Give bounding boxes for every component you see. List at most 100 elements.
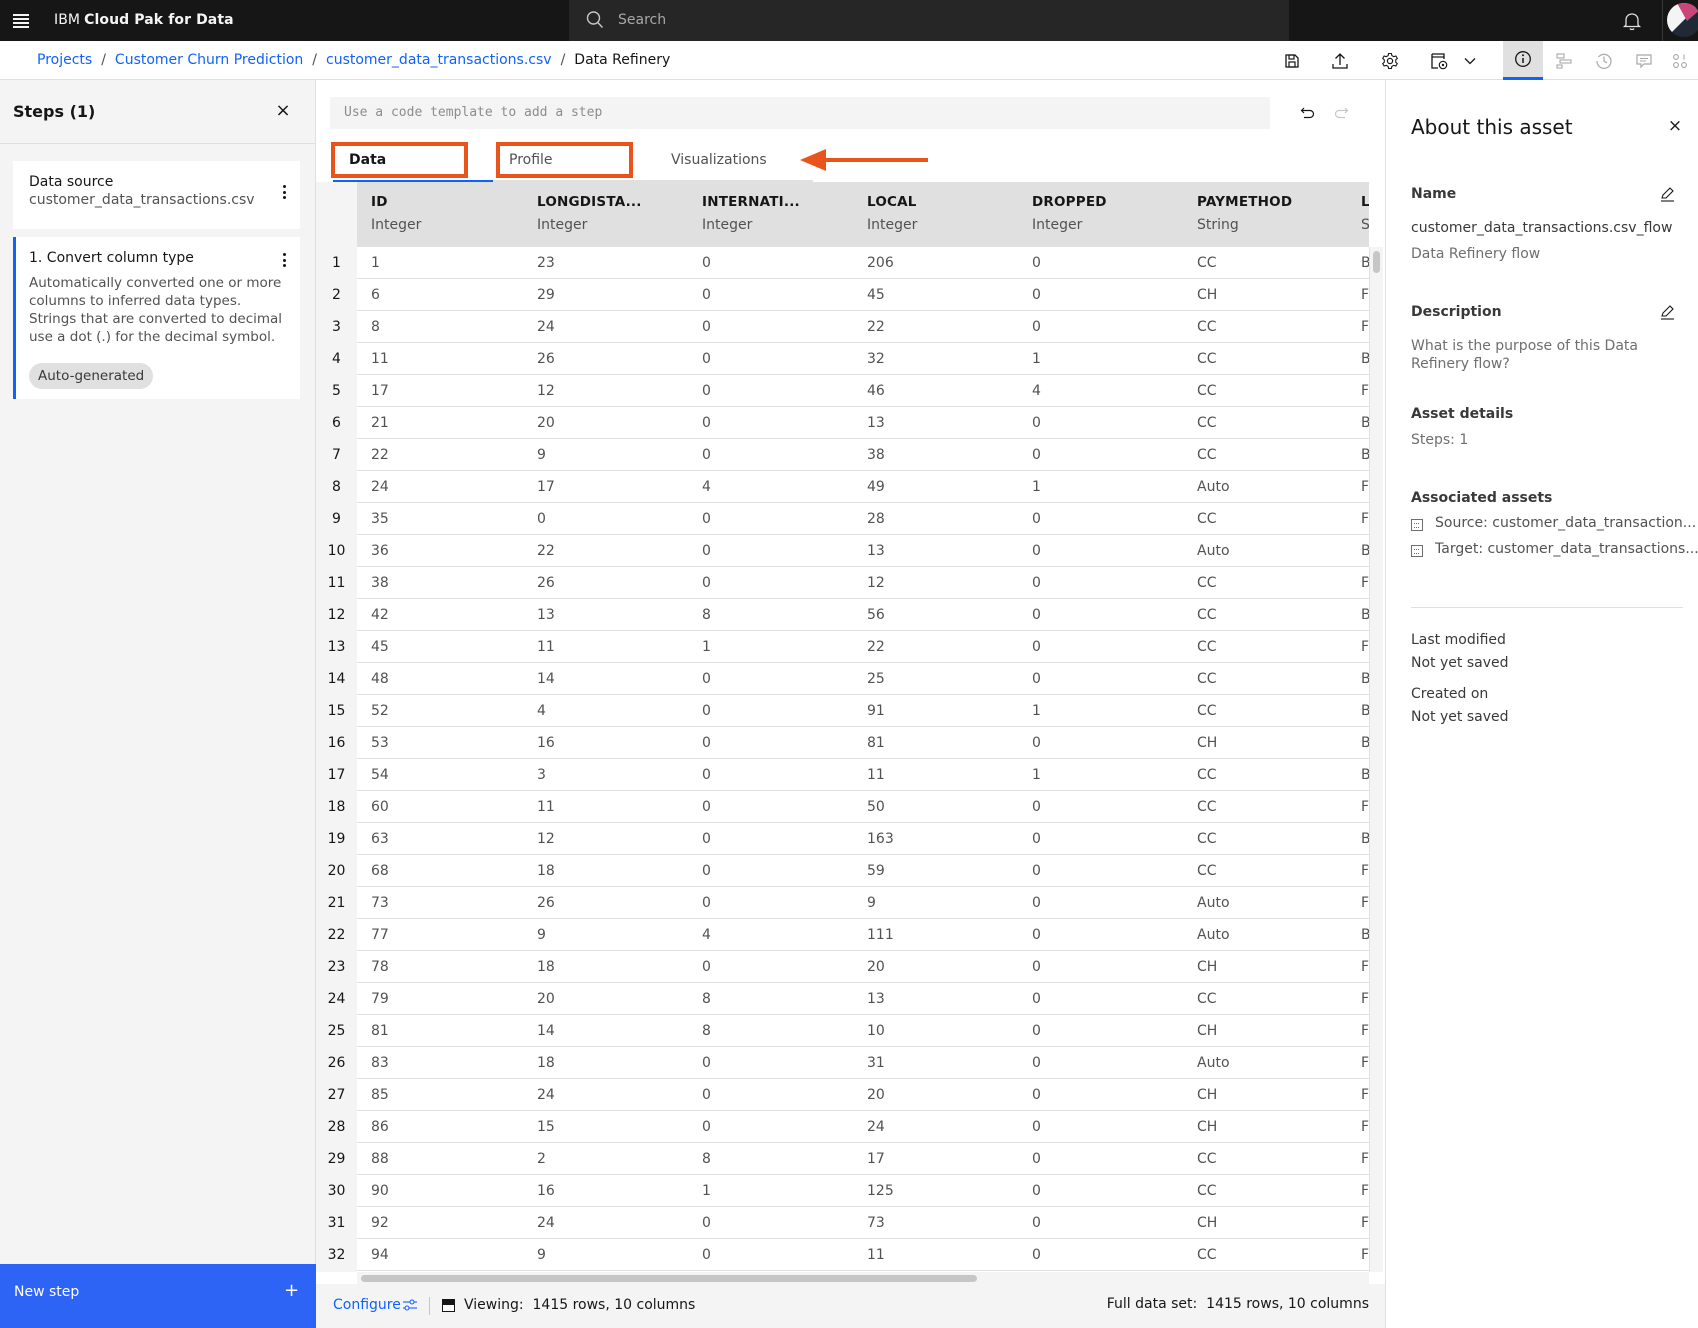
table-cell[interactable]: F bbox=[1361, 983, 1369, 1015]
table-cell[interactable]: CC bbox=[1197, 663, 1217, 695]
table-cell[interactable]: 38 bbox=[867, 439, 885, 471]
notifications-bell-icon[interactable] bbox=[1620, 9, 1644, 33]
table-cell[interactable]: Auto bbox=[1197, 887, 1230, 919]
table-cell[interactable]: B bbox=[1361, 343, 1369, 375]
table-cell[interactable]: B bbox=[1361, 247, 1369, 279]
table-cell[interactable]: 0 bbox=[1032, 1015, 1041, 1047]
table-cell[interactable]: 8 bbox=[702, 1143, 711, 1175]
table-cell[interactable]: 0 bbox=[1032, 727, 1041, 759]
table-cell[interactable]: 9 bbox=[867, 887, 876, 919]
table-cell[interactable]: 20 bbox=[867, 951, 885, 983]
table-cell[interactable]: 73 bbox=[867, 1207, 885, 1239]
table-cell[interactable]: 12 bbox=[867, 567, 885, 599]
table-cell[interactable]: 0 bbox=[702, 1079, 711, 1111]
table-cell[interactable]: 0 bbox=[1032, 983, 1041, 1015]
table-row[interactable]: 54 3 0 11 1 CC B bbox=[357, 759, 1369, 791]
step-card-convert-column-type[interactable]: 1. Convert column type Automatically con… bbox=[13, 237, 300, 399]
table-cell[interactable]: 73 bbox=[371, 887, 389, 919]
table-cell[interactable]: 63 bbox=[371, 823, 389, 855]
configure-link[interactable]: Configure bbox=[333, 1284, 401, 1326]
table-cell[interactable]: 0 bbox=[1032, 1207, 1041, 1239]
table-cell[interactable]: CH bbox=[1197, 1079, 1217, 1111]
table-cell[interactable]: F bbox=[1361, 279, 1369, 311]
table-cell[interactable]: 0 bbox=[1032, 631, 1041, 663]
table-cell[interactable]: F bbox=[1361, 1175, 1369, 1207]
table-cell[interactable]: 1 bbox=[371, 247, 380, 279]
table-cell[interactable]: CC bbox=[1197, 695, 1217, 727]
table-cell[interactable]: 81 bbox=[371, 1015, 389, 1047]
table-cell[interactable]: 26 bbox=[537, 343, 555, 375]
table-cell[interactable]: 0 bbox=[1032, 599, 1041, 631]
table-cell[interactable]: CC bbox=[1197, 343, 1217, 375]
table-cell[interactable]: 8 bbox=[371, 311, 380, 343]
table-cell[interactable]: 0 bbox=[702, 695, 711, 727]
table-cell[interactable]: B bbox=[1361, 599, 1369, 631]
table-cell[interactable]: 29 bbox=[537, 279, 555, 311]
table-cell[interactable]: 4 bbox=[1032, 375, 1041, 407]
tab-visualizations[interactable]: Visualizations bbox=[653, 143, 813, 182]
table-row[interactable]: 60 11 0 50 0 CC F bbox=[357, 791, 1369, 823]
table-cell[interactable]: Auto bbox=[1197, 471, 1230, 503]
job-dropdown-button[interactable] bbox=[1450, 41, 1490, 80]
table-cell[interactable]: F bbox=[1361, 951, 1369, 983]
table-cell[interactable]: 0 bbox=[702, 279, 711, 311]
table-cell[interactable]: 0 bbox=[702, 343, 711, 375]
table-cell[interactable]: 8 bbox=[702, 599, 711, 631]
table-row[interactable]: 53 16 0 81 0 CH B bbox=[357, 727, 1369, 759]
table-cell[interactable]: 77 bbox=[371, 919, 389, 951]
table-cell[interactable]: 0 bbox=[1032, 1239, 1041, 1271]
table-cell[interactable]: 24 bbox=[537, 1079, 555, 1111]
table-cell[interactable]: 45 bbox=[371, 631, 389, 663]
table-cell[interactable]: F bbox=[1361, 855, 1369, 887]
table-cell[interactable]: 48 bbox=[371, 663, 389, 695]
table-cell[interactable]: 11 bbox=[867, 759, 885, 791]
table-cell[interactable]: F bbox=[1361, 503, 1369, 535]
table-cell[interactable]: F bbox=[1361, 375, 1369, 407]
table-row[interactable]: 21 20 0 13 0 CC B bbox=[357, 407, 1369, 439]
table-cell[interactable]: 1 bbox=[1032, 343, 1041, 375]
table-cell[interactable]: 0 bbox=[1032, 503, 1041, 535]
table-row[interactable]: 36 22 0 13 0 Auto B bbox=[357, 535, 1369, 567]
export-button[interactable] bbox=[1320, 41, 1360, 80]
table-cell[interactable]: 2 bbox=[537, 1143, 546, 1175]
settings-button[interactable] bbox=[1370, 41, 1410, 80]
table-cell[interactable]: CC bbox=[1197, 407, 1217, 439]
table-cell[interactable]: 0 bbox=[1032, 919, 1041, 951]
table-cell[interactable]: 26 bbox=[537, 887, 555, 919]
table-row[interactable]: 78 18 0 20 0 CH F bbox=[357, 951, 1369, 983]
table-row[interactable]: 6 29 0 45 0 CH F bbox=[357, 279, 1369, 311]
table-cell[interactable]: 0 bbox=[1032, 247, 1041, 279]
table-cell[interactable]: CH bbox=[1197, 1207, 1217, 1239]
table-row[interactable]: 68 18 0 59 0 CC F bbox=[357, 855, 1369, 887]
table-cell[interactable]: 46 bbox=[867, 375, 885, 407]
table-cell[interactable]: 0 bbox=[702, 1111, 711, 1143]
table-cell[interactable]: 15 bbox=[537, 1111, 555, 1143]
table-cell[interactable]: F bbox=[1361, 791, 1369, 823]
table-cell[interactable]: 4 bbox=[537, 695, 546, 727]
table-cell[interactable]: 12 bbox=[537, 375, 555, 407]
horizontal-scrollbar[interactable] bbox=[357, 1272, 1369, 1284]
table-cell[interactable]: 1 bbox=[702, 1175, 711, 1207]
new-step-button[interactable]: New step + bbox=[0, 1264, 316, 1328]
table-row[interactable]: 63 12 0 163 0 CC B bbox=[357, 823, 1369, 855]
table-cell[interactable]: 35 bbox=[371, 503, 389, 535]
table-cell[interactable]: 0 bbox=[1032, 439, 1041, 471]
comments-button[interactable] bbox=[1624, 41, 1664, 80]
table-cell[interactable]: 0 bbox=[702, 311, 711, 343]
table-cell[interactable]: CC bbox=[1197, 567, 1217, 599]
table-row[interactable]: 22 9 0 38 0 CC B bbox=[357, 439, 1369, 471]
table-cell[interactable]: CC bbox=[1197, 983, 1217, 1015]
table-cell[interactable]: 26 bbox=[537, 567, 555, 599]
table-cell[interactable]: 23 bbox=[537, 247, 555, 279]
edit-name-pencil-icon[interactable] bbox=[1659, 186, 1675, 202]
table-cell[interactable]: 0 bbox=[702, 247, 711, 279]
table-cell[interactable]: 0 bbox=[1032, 887, 1041, 919]
table-cell[interactable]: 85 bbox=[371, 1079, 389, 1111]
table-cell[interactable]: 16 bbox=[537, 727, 555, 759]
table-cell[interactable]: B bbox=[1361, 535, 1369, 567]
table-cell[interactable]: 53 bbox=[371, 727, 389, 759]
table-row[interactable]: 73 26 0 9 0 Auto F bbox=[357, 887, 1369, 919]
table-cell[interactable]: 13 bbox=[867, 983, 885, 1015]
close-about-panel-icon[interactable]: × bbox=[1667, 118, 1683, 135]
table-cell[interactable]: 60 bbox=[371, 791, 389, 823]
